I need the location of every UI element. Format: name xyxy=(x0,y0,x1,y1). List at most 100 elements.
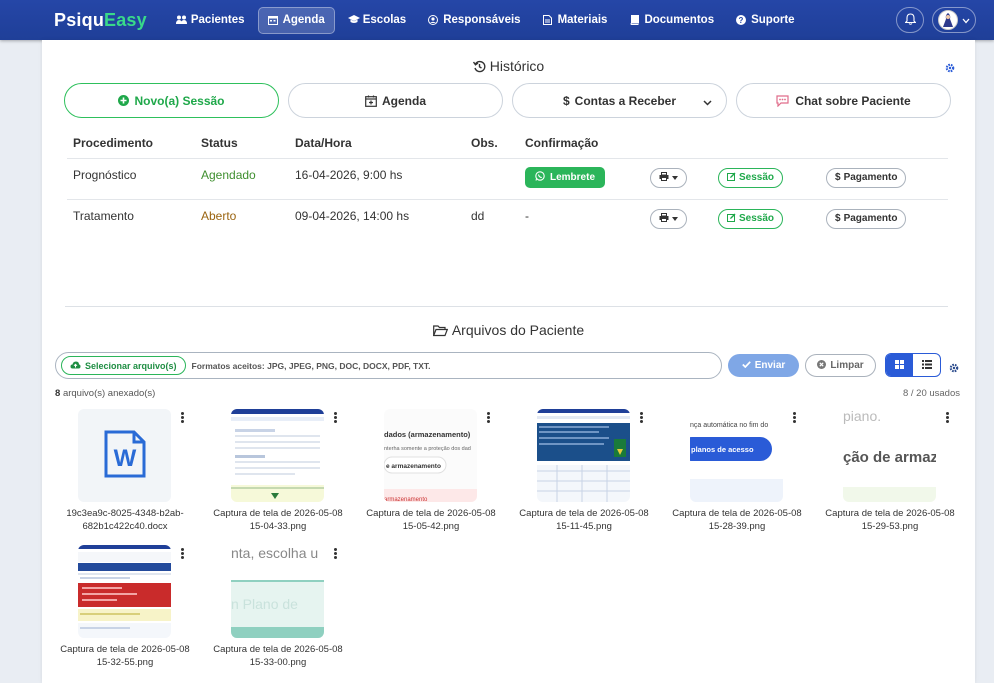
select-files-button[interactable]: Selecionar arquivo(s) xyxy=(61,356,186,375)
cell-data-hora: 16-04-2026, 9:00 hs xyxy=(289,157,465,199)
user-menu-button[interactable] xyxy=(932,7,976,33)
plus-circle-icon xyxy=(118,95,130,106)
file-icon xyxy=(543,15,553,25)
nav-item-pacientes[interactable]: Pacientes xyxy=(167,7,254,34)
lembrete-button[interactable]: Lembrete xyxy=(525,166,606,188)
history-icon xyxy=(472,58,490,74)
patient-card: Histórico Novo(a) Sessão Agenda $ Contas… xyxy=(42,40,975,683)
view-toggle xyxy=(885,353,941,377)
enviar-button[interactable]: Enviar xyxy=(728,354,799,377)
edit-icon xyxy=(727,172,736,184)
svg-text:n Plano de: n Plano de xyxy=(231,596,298,612)
nav-item-agenda[interactable]: Agenda xyxy=(257,6,335,34)
contas-receber-dropdown[interactable]: $ Contas a Receber xyxy=(512,83,727,118)
file-name: 19c3ea9c-8025-4348-b2ab-682b1c422c40.doc… xyxy=(66,508,184,532)
pagamento-button[interactable]: $ Pagamento xyxy=(826,208,907,229)
historico-settings-icon[interactable] xyxy=(945,62,955,76)
image-thumbnail[interactable] xyxy=(537,409,630,502)
printer-icon xyxy=(659,171,669,184)
file-name: Captura de tela de 2026-05-08 15-04-33.p… xyxy=(213,508,343,532)
limpar-button[interactable]: Limpar xyxy=(805,354,876,377)
calendar-plus-icon xyxy=(365,95,377,107)
nav-item-suporte[interactable]: ? Suporte xyxy=(727,7,803,34)
caret-down-icon xyxy=(672,213,678,224)
file-menu-icon[interactable] xyxy=(640,412,644,424)
nav-item-escolas[interactable]: Escolas xyxy=(339,7,415,34)
files-usage: 8 / 20 usados xyxy=(902,388,960,399)
chat-icon xyxy=(776,94,790,107)
file-menu-icon[interactable] xyxy=(334,548,338,560)
printer-icon xyxy=(659,212,669,225)
brand-logo[interactable]: PsiquEasy xyxy=(54,10,147,31)
sessao-button[interactable]: Sessão xyxy=(718,208,784,229)
cloud-upload-icon xyxy=(70,361,81,371)
agenda-button[interactable]: Agenda xyxy=(288,83,503,118)
cell-pagamento: $ Pagamento xyxy=(820,198,948,240)
print-dropdown-button[interactable] xyxy=(650,167,687,188)
image-thumbnail[interactable] xyxy=(231,409,324,502)
sessao-button[interactable]: Sessão xyxy=(718,167,784,188)
avatar xyxy=(938,10,958,30)
svg-text:nça automática no fim do: nça automática no fim do xyxy=(690,422,768,429)
file-menu-icon[interactable] xyxy=(181,412,185,424)
image-thumbnail[interactable] xyxy=(78,545,171,638)
cell-confirmacao: - xyxy=(519,198,644,240)
svg-text:armazenamento: armazenamento xyxy=(384,497,428,502)
question-circle-icon: ? xyxy=(736,15,747,25)
file-menu-icon[interactable] xyxy=(181,548,185,560)
file-menu-icon[interactable] xyxy=(793,412,797,424)
svg-text:planos de acesso: planos de acesso xyxy=(691,445,754,454)
col-data-hora: Data/Hora xyxy=(295,135,352,150)
file-menu-icon[interactable] xyxy=(946,412,950,424)
cell-sessao: Sessão xyxy=(712,157,820,199)
whatsapp-icon xyxy=(535,170,545,184)
image-thumbnail[interactable]: nça automática no fim do planos de acess… xyxy=(690,409,783,502)
file-upload-field[interactable]: Selecionar arquivo(s) Formatos aceitos: … xyxy=(55,352,722,379)
nav-item-documentos[interactable]: Documentos xyxy=(620,7,723,34)
file-name: Captura de tela de 2026-05-08 15-29-53.p… xyxy=(825,508,955,532)
dollar-icon: $ xyxy=(562,93,570,108)
word-file-thumbnail[interactable]: W xyxy=(78,409,171,502)
historico-table: Procedimento Status Data/Hora Obs. Confi… xyxy=(67,128,948,240)
grid-view-button[interactable] xyxy=(886,354,913,376)
grid-icon xyxy=(895,358,904,372)
col-sessao xyxy=(712,128,820,158)
print-dropdown-button[interactable] xyxy=(650,208,687,229)
image-thumbnail[interactable]: nta, escolha u n Plano de xyxy=(231,545,324,638)
files-settings-icon[interactable] xyxy=(949,362,959,376)
close-circle-icon xyxy=(817,359,827,372)
chat-paciente-button[interactable]: Chat sobre Paciente xyxy=(736,83,951,118)
svg-text:piano.: piano. xyxy=(843,409,881,424)
table-row: Prognóstico Agendado 16-04-2026, 9:00 hs… xyxy=(67,157,948,199)
file-name: Captura de tela de 2026-05-08 15-28-39.p… xyxy=(672,508,802,532)
file-menu-icon[interactable] xyxy=(487,412,491,424)
edit-icon xyxy=(727,213,736,225)
dollar-icon: $ xyxy=(835,172,841,183)
svg-text:nta, escolha u: nta, escolha u xyxy=(231,545,318,561)
notifications-button[interactable] xyxy=(896,7,924,33)
status-badge: Aberto xyxy=(195,198,289,240)
file-name: Captura de tela de 2026-05-08 15-05-42.p… xyxy=(366,508,496,532)
svg-text:dados (armazenamento): dados (armazenamento) xyxy=(384,430,471,439)
file-menu-icon[interactable] xyxy=(334,412,338,424)
files-count: 8 arquivo(s) anexado(s) xyxy=(55,388,156,399)
book-icon xyxy=(629,15,639,25)
col-pagamento xyxy=(820,128,948,158)
col-print xyxy=(644,128,712,158)
cell-print xyxy=(644,157,712,199)
accepted-formats-text: Formatos aceitos: JPG, JPEG, PNG, DOC, D… xyxy=(191,360,431,371)
graduation-cap-icon xyxy=(347,15,360,25)
image-thumbnail[interactable]: piano. ção de armaz xyxy=(843,409,936,502)
top-navbar: PsiquEasy Pacientes Agenda Escolas Respo… xyxy=(0,0,994,40)
image-thumbnail[interactable]: dados (armazenamento) nterha somente a p… xyxy=(384,409,477,502)
file-name: Captura de tela de 2026-05-08 15-11-45.p… xyxy=(519,508,649,532)
col-procedimento: Procedimento xyxy=(73,135,154,150)
svg-text:nterha somente a proteção dos: nterha somente a proteção dos dad xyxy=(384,446,471,452)
pagamento-button[interactable]: $ Pagamento xyxy=(826,167,907,188)
new-session-button[interactable]: Novo(a) Sessão xyxy=(64,83,279,118)
nav-item-materiais[interactable]: Materiais xyxy=(534,7,617,34)
cell-procedimento: Prognóstico xyxy=(67,157,195,199)
list-view-button[interactable] xyxy=(913,354,940,376)
col-obs: Obs. xyxy=(471,135,498,150)
nav-item-responsaveis[interactable]: Responsáveis xyxy=(419,7,529,34)
